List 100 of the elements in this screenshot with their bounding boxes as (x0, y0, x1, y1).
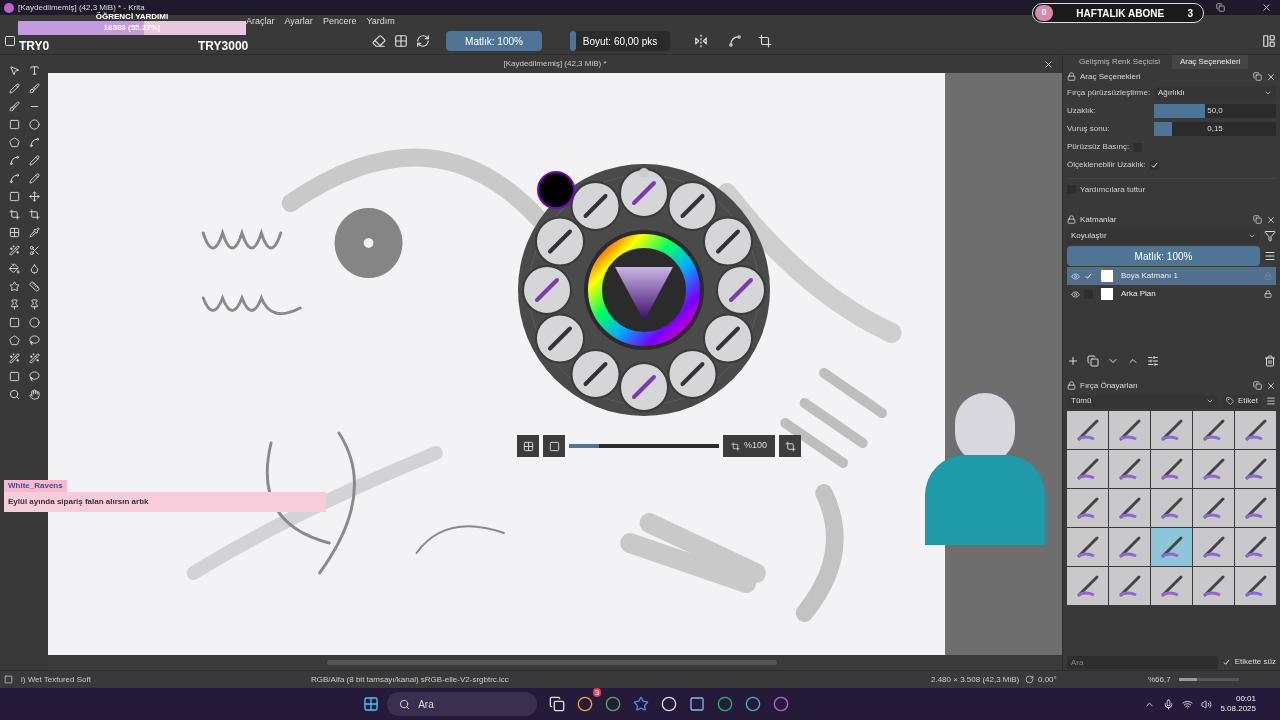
layer-checkbox[interactable] (1084, 271, 1093, 281)
tool-icon[interactable] (8, 371, 20, 382)
duplicate-icon[interactable] (1087, 355, 1099, 367)
tool-icon[interactable] (28, 209, 40, 220)
brush-preset-tile[interactable] (1151, 528, 1192, 566)
preset-search-field[interactable]: Ara (1067, 655, 1218, 669)
dock-lock-icon[interactable] (1067, 215, 1076, 224)
tool-icon[interactable] (28, 299, 40, 310)
lock-icon[interactable] (1264, 290, 1272, 298)
tool-icon[interactable] (8, 227, 20, 238)
panel-tab[interactable]: Araç Seçenekleri (1171, 55, 1249, 69)
tool-icon[interactable] (28, 317, 40, 328)
tool-icon[interactable] (28, 353, 40, 364)
close-icon[interactable] (1266, 380, 1276, 391)
float-icon[interactable] (1253, 72, 1262, 81)
tool-icon[interactable] (28, 119, 40, 130)
add-icon[interactable] (1067, 355, 1079, 367)
brush-preset-tile[interactable] (1151, 411, 1192, 449)
close-icon[interactable] (1266, 214, 1276, 225)
opacity-slider[interactable]: Matlık: 100% (446, 31, 542, 51)
brush-preset-tile[interactable] (1193, 528, 1234, 566)
layer-opacity-slider[interactable]: Matlık: 100% (1067, 246, 1260, 266)
tool-icon[interactable] (28, 83, 40, 94)
zoom-slider[interactable] (569, 444, 719, 448)
tool-icon[interactable] (8, 83, 20, 94)
brush-preset-tile[interactable] (1193, 450, 1234, 488)
option-slider[interactable]: 50,0 (1154, 104, 1276, 118)
brush-preset-tile[interactable] (1193, 411, 1234, 449)
tool-icon[interactable] (28, 227, 40, 238)
tool-icon[interactable] (8, 389, 20, 400)
tool-icon[interactable] (8, 119, 20, 130)
tool-icon[interactable] (8, 155, 20, 166)
menu-item[interactable]: Yardım (366, 14, 395, 29)
tool-icon[interactable] (28, 371, 40, 382)
tool-icon[interactable] (8, 353, 20, 364)
tool-icon[interactable] (8, 299, 20, 310)
float-icon[interactable] (1253, 215, 1262, 224)
properties-icon[interactable] (1147, 355, 1159, 367)
close-icon[interactable] (1266, 71, 1276, 82)
tool-icon[interactable] (28, 173, 40, 184)
brush-preset-tile[interactable] (1151, 567, 1192, 605)
tool-icon[interactable] (8, 317, 20, 328)
menu-icon[interactable] (1264, 250, 1276, 262)
brush-preset-tile[interactable] (1235, 567, 1276, 605)
tool-icon[interactable] (28, 281, 40, 292)
palette-tool-button[interactable] (543, 435, 565, 457)
tool-icon[interactable] (28, 137, 40, 148)
tool-icon[interactable] (8, 245, 20, 256)
app-icon[interactable] (689, 696, 706, 712)
close-icon[interactable] (1043, 58, 1054, 70)
brush-preset-tile[interactable] (1235, 450, 1276, 488)
restore-icon[interactable] (1216, 3, 1225, 12)
start-icon[interactable] (363, 696, 380, 712)
panel-tab[interactable]: Gelişmiş Renk Seçicisi (1071, 55, 1168, 69)
brush-preset-tile[interactable] (1109, 450, 1150, 488)
task-view-icon[interactable] (549, 696, 566, 712)
tool-icon[interactable] (28, 155, 40, 166)
brush-preset-tile[interactable] (1151, 489, 1192, 527)
palette-tool-button[interactable] (779, 435, 802, 457)
horizontal-scrollbar[interactable] (327, 660, 777, 665)
tool-icon[interactable] (8, 191, 20, 202)
brush-preset-tile[interactable] (1067, 567, 1108, 605)
tool-icon[interactable] (8, 137, 20, 148)
tool-icon[interactable] (8, 65, 20, 76)
delete-icon[interactable] (1264, 355, 1276, 367)
tool-icon[interactable] (28, 65, 40, 76)
float-icon[interactable] (1253, 381, 1262, 390)
dock-lock-icon[interactable] (1067, 72, 1076, 81)
popup-palette-menu[interactable] (517, 163, 771, 417)
dock-lock-icon[interactable] (1067, 381, 1076, 390)
mic-icon[interactable] (1163, 698, 1175, 710)
brush-preset-tile[interactable] (1109, 567, 1150, 605)
tool-icon[interactable] (28, 191, 40, 202)
filter-icon[interactable] (1264, 230, 1276, 242)
tool-icon[interactable] (28, 389, 40, 400)
tool-icon[interactable] (28, 245, 40, 256)
tag-filter-checkbox[interactable] (1221, 657, 1231, 667)
zoom-slider[interactable] (1178, 678, 1239, 681)
brush-preset-tile[interactable] (1193, 567, 1234, 605)
preset-filter-dropdown[interactable]: Tümü (1067, 394, 1218, 408)
brush-preset-tile[interactable] (1235, 528, 1276, 566)
brush-preset-tile[interactable] (1235, 411, 1276, 449)
layout-icon[interactable] (1262, 34, 1276, 48)
brush-preset-tile[interactable] (1109, 489, 1150, 527)
option-checkbox[interactable] (1149, 160, 1159, 170)
brush-preset-tile[interactable] (1067, 450, 1108, 488)
brush-preset-tile[interactable] (1067, 528, 1108, 566)
close-icon[interactable] (1261, 2, 1272, 13)
volume-icon[interactable] (1201, 698, 1213, 710)
tag-button[interactable]: Etiket (1222, 394, 1262, 408)
option-slider[interactable]: 0,15 (1154, 122, 1276, 136)
reload-icon[interactable] (416, 34, 430, 48)
blend-mode-dropdown[interactable]: Koyulaştır (1067, 228, 1260, 244)
crop-icon[interactable] (758, 34, 772, 48)
zoom-reset-button[interactable]: %100 (723, 435, 776, 457)
brush-preset-tile[interactable] (1193, 489, 1234, 527)
visibility-icon[interactable] (1071, 271, 1080, 281)
menu-item[interactable]: Pencere (322, 14, 357, 29)
tool-icon[interactable] (8, 209, 20, 220)
eraser-icon[interactable] (372, 34, 386, 48)
